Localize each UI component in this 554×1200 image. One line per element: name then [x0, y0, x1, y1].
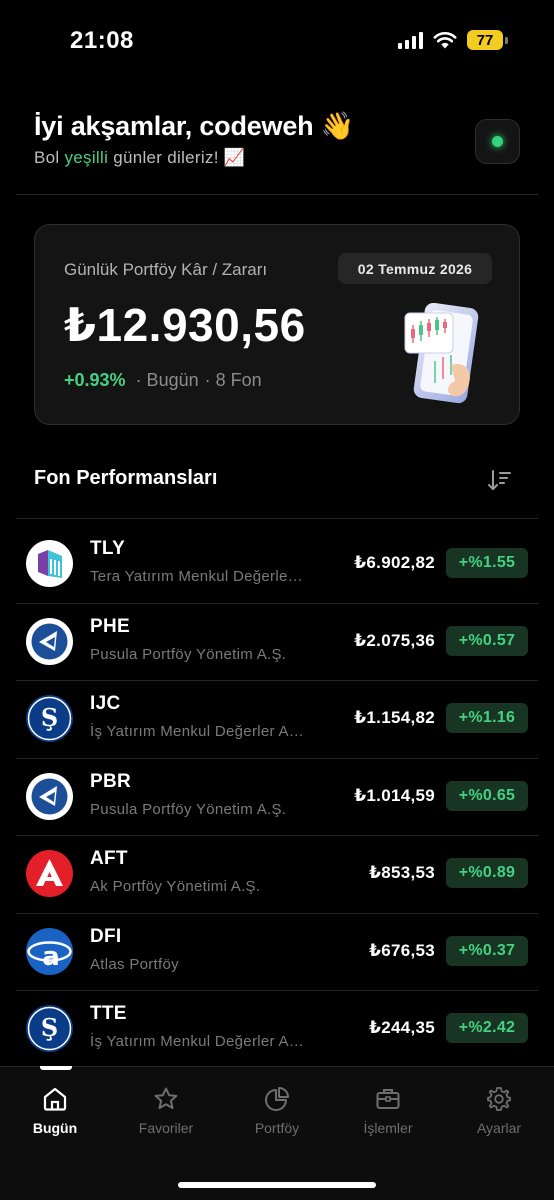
- fund-company: Pusula Portföy Yönetim A.Ş.: [90, 800, 287, 818]
- fund-row-pbr[interactable]: PBR Pusula Portföy Yönetim A.Ş. ₺1.014,5…: [16, 759, 538, 836]
- star-icon: [154, 1087, 178, 1109]
- fund-code: PBR: [90, 770, 132, 792]
- status-indicators: 77: [398, 30, 508, 50]
- summary-label: Günlük Portföy Kâr / Zararı: [64, 260, 268, 279]
- sort-icon[interactable]: [486, 468, 512, 494]
- fund-change-badge: +%1.16: [446, 703, 528, 733]
- home-icon: [43, 1087, 67, 1111]
- tera-logo-icon: [26, 540, 73, 587]
- fund-row-phe[interactable]: PHE Pusula Portföy Yönetim A.Ş. ₺2.075,3…: [16, 604, 538, 681]
- fund-change-badge: +%0.89: [446, 858, 528, 888]
- fund-value: ₺2.075,36: [354, 630, 435, 650]
- fund-code: PHE: [90, 615, 130, 637]
- live-dot-icon: [492, 136, 503, 147]
- fund-code: DFI: [90, 925, 122, 947]
- status-time: 21:08: [70, 27, 134, 54]
- fund-company: Tera Yatırım Menkul Değerler A.Ş.: [90, 568, 305, 585]
- briefcase-icon: [376, 1089, 400, 1109]
- tab-bugun[interactable]: Bugün: [0, 1085, 110, 1136]
- live-status-button[interactable]: [475, 119, 520, 164]
- daily-profit-amount: ₺12.930,56: [64, 299, 306, 351]
- fund-company: Ak Portföy Yönetimi A.Ş.: [90, 878, 261, 895]
- tab-label: Favoriler: [138, 1120, 194, 1136]
- divider: [16, 518, 538, 519]
- portfolio-summary-card[interactable]: Günlük Portföy Kâr / Zararı 02 Temmuz 20…: [34, 224, 520, 425]
- is-logo-icon: Ş: [26, 1005, 73, 1052]
- tab-label: İşlemler: [363, 1120, 413, 1136]
- fund-change-badge: +%0.65: [446, 780, 528, 811]
- wifi-icon: [433, 31, 457, 49]
- greeting-subtitle: Bol yeşilli günler dileriz! 📈: [34, 148, 246, 167]
- atlas-logo-icon: a: [26, 927, 73, 975]
- fund-value: ₺244,35: [369, 1018, 435, 1037]
- svg-text:a: a: [42, 942, 60, 972]
- battery-level: 77: [467, 30, 503, 50]
- divider: [16, 194, 538, 195]
- fund-value: ₺676,53: [369, 940, 435, 960]
- fund-value: ₺853,53: [369, 863, 435, 882]
- fund-change-badge: +%2.42: [446, 1013, 528, 1043]
- cellular-signal-icon: [398, 31, 423, 49]
- fund-list[interactable]: TLY Tera Yatırım Menkul Değerler A.Ş. ₺6…: [16, 526, 538, 1066]
- ak-logo-icon: [26, 850, 73, 897]
- tab-ayarlar[interactable]: Ayarlar: [444, 1085, 554, 1136]
- fund-count: · 8 Fon: [204, 370, 262, 390]
- fund-row-tly[interactable]: TLY Tera Yatırım Menkul Değerler A.Ş. ₺6…: [16, 526, 538, 604]
- fund-row-dfi[interactable]: a DFI Atlas Portföy ₺676,53 +%0.37: [16, 914, 538, 991]
- fund-value: ₺1.154,82: [354, 708, 435, 727]
- fund-value: ₺1.014,59: [354, 785, 435, 805]
- is-logo-icon: Ş: [26, 695, 73, 742]
- active-tab-indicator: [40, 1066, 72, 1070]
- tab-islemler[interactable]: İşlemler: [333, 1085, 443, 1136]
- home-indicator[interactable]: [178, 1182, 376, 1188]
- fund-change-badge: +%0.37: [446, 935, 528, 966]
- period-label: · Bugün: [135, 370, 199, 390]
- fund-row-ijc[interactable]: Ş IJC İş Yatırım Menkul Değerler A.Ş. ₺1…: [16, 681, 538, 759]
- fund-change-badge: +%1.55: [446, 548, 528, 578]
- fund-company: İş Yatırım Menkul Değerler A.Ş.: [90, 723, 305, 740]
- tab-label: Portföy: [254, 1120, 300, 1136]
- fund-company: İş Yatırım Menkul Değerler A.Ş.: [90, 1033, 305, 1050]
- date-badge: 02 Temmuz 2026: [338, 253, 492, 284]
- pusula-logo-icon: [26, 617, 73, 665]
- bottom-tab-bar: Bugün Favoriler Portföy İşlemler Ayarlar: [0, 1066, 554, 1200]
- svg-text:Ş: Ş: [41, 703, 58, 732]
- tab-portfoy[interactable]: Portföy: [222, 1085, 332, 1136]
- section-title: Fon Performansları: [34, 467, 218, 489]
- summary-meta: +0.93% · Bugün · 8 Fon: [64, 370, 262, 391]
- daily-change-percent: +0.93%: [64, 370, 126, 390]
- tab-label: Ayarlar: [476, 1120, 522, 1136]
- pusula-logo-icon: [26, 772, 73, 820]
- fund-row-tte[interactable]: Ş TTE İş Yatırım Menkul Değerler A.Ş. ₺2…: [16, 991, 538, 1066]
- fund-code: IJC: [90, 693, 121, 714]
- status-bar: 21:08 77: [0, 0, 554, 82]
- phone-chart-illustration-icon: [404, 303, 479, 404]
- subtitle-highlight: yeşilli: [64, 148, 109, 167]
- fund-change-badge: +%0.57: [446, 625, 528, 656]
- fund-company: Atlas Portföy: [90, 955, 179, 973]
- fund-row-aft[interactable]: AFT Ak Portföy Yönetimi A.Ş. ₺853,53 +%0…: [16, 836, 538, 914]
- fund-code: AFT: [90, 848, 128, 869]
- tab-label: Bugün: [32, 1120, 78, 1136]
- svg-text:Ş: Ş: [41, 1013, 58, 1042]
- fund-code: TTE: [90, 1003, 127, 1024]
- tab-favoriler[interactable]: Favoriler: [111, 1085, 221, 1136]
- gear-icon: [487, 1087, 511, 1111]
- fund-company: Pusula Portföy Yönetim A.Ş.: [90, 645, 287, 663]
- fund-code: TLY: [90, 538, 126, 559]
- greeting-title: İyi akşamlar, codeweh 👋: [34, 111, 355, 141]
- pie-chart-icon: [265, 1087, 289, 1111]
- fund-value: ₺6.902,82: [354, 553, 435, 572]
- battery-icon: 77: [467, 30, 508, 50]
